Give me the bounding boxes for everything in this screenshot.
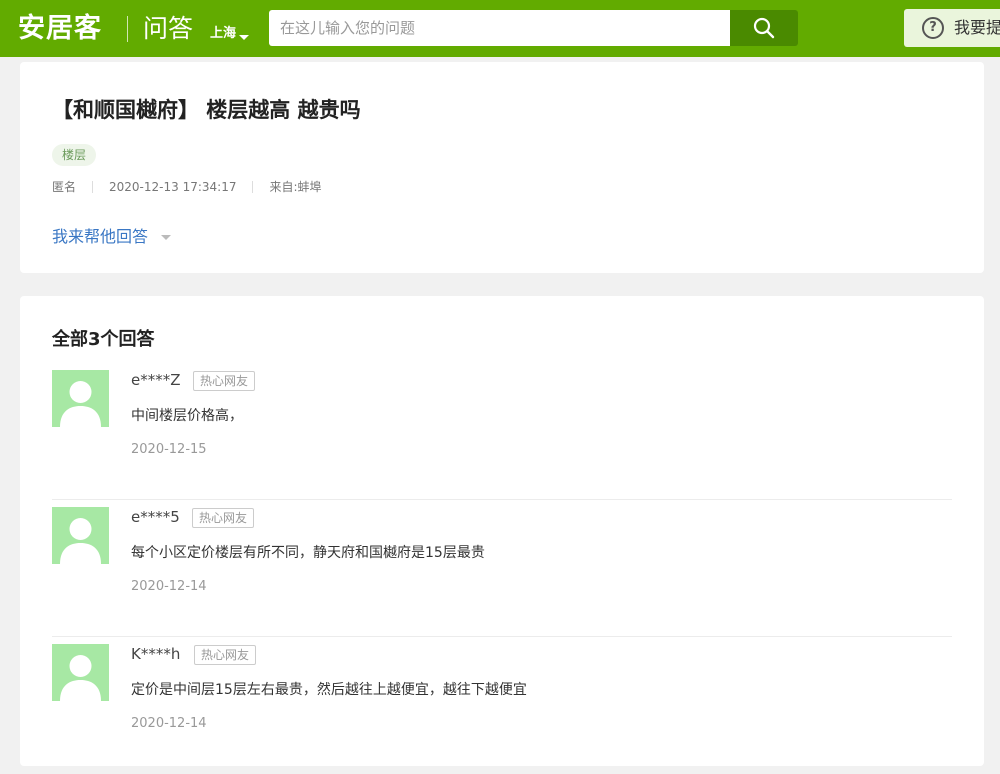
avatar[interactable] [52, 370, 109, 427]
question-card: 【和顺国樾府】 楼层越高 越贵吗 楼层 匿名 2020-12-13 17:34:… [20, 62, 984, 273]
question-title: 【和顺国樾府】 楼层越高 越贵吗 [52, 98, 361, 122]
avatar[interactable] [52, 507, 109, 564]
question-source: 来自:蚌埠 [269, 180, 322, 194]
city-selector[interactable]: 上海 [210, 26, 236, 42]
chevron-down-icon[interactable] [239, 35, 249, 40]
logo-divider [127, 16, 128, 42]
avatar[interactable] [52, 644, 109, 701]
meta-divider [252, 181, 254, 193]
answers-heading: 全部3个回答 [52, 329, 155, 350]
answer-content: 定价是中间层15层左右最贵，然后越往上越便宜，越往下越便宜 [131, 682, 527, 698]
user-avatar-icon [60, 381, 101, 427]
chevron-down-icon[interactable] [161, 235, 171, 240]
answers-card: 全部3个回答 e****Z 热心网友 中间楼层价格高， 2020-12-15 e… [20, 296, 984, 766]
ask-question-label: 我要提问 [954, 18, 1000, 37]
search-icon [753, 17, 775, 39]
user-badge: 热心网友 [192, 508, 255, 528]
site-logo[interactable]: 安居客 [18, 12, 102, 46]
section-name[interactable]: 问答 [143, 13, 193, 45]
answer-username[interactable]: e****Z [131, 370, 181, 390]
question-tag[interactable]: 楼层 [52, 144, 97, 166]
answer-date: 2020-12-15 [131, 442, 207, 457]
meta-divider [92, 181, 94, 193]
answer-item: e****5 热心网友 每个小区定价楼层有所不同，静天府和国樾府是15层最贵 2… [52, 507, 952, 637]
answer-item: e****Z 热心网友 中间楼层价格高， 2020-12-15 [52, 370, 952, 500]
answer-date: 2020-12-14 [131, 579, 207, 594]
user-avatar-icon [60, 518, 101, 564]
user-avatar-icon [60, 655, 101, 701]
answer-content: 每个小区定价楼层有所不同，静天府和国樾府是15层最贵 [131, 545, 485, 561]
answer-username[interactable]: K****h [131, 644, 180, 664]
question-time: 2020-12-13 17:34:17 [109, 180, 237, 194]
answer-question-link[interactable]: 我来帮他回答 [52, 226, 148, 248]
search-button[interactable] [730, 10, 798, 46]
answer-username[interactable]: e****5 [131, 507, 180, 527]
user-badge: 热心网友 [193, 371, 256, 391]
question-icon: ? [922, 17, 944, 39]
top-header: 安居客 问答 上海 ? 我要提问 [0, 0, 1000, 57]
answer-date: 2020-12-14 [131, 716, 207, 731]
search-input[interactable] [269, 10, 730, 46]
question-meta: 匿名 2020-12-13 17:34:17 来自:蚌埠 [52, 179, 322, 195]
answer-item: K****h 热心网友 定价是中间层15层左右最贵，然后越往上越便宜，越往下越便… [52, 644, 952, 774]
question-author: 匿名 [52, 180, 77, 194]
user-badge: 热心网友 [194, 645, 257, 665]
ask-question-button[interactable]: ? 我要提问 [904, 9, 1000, 47]
answer-content: 中间楼层价格高， [131, 408, 243, 424]
